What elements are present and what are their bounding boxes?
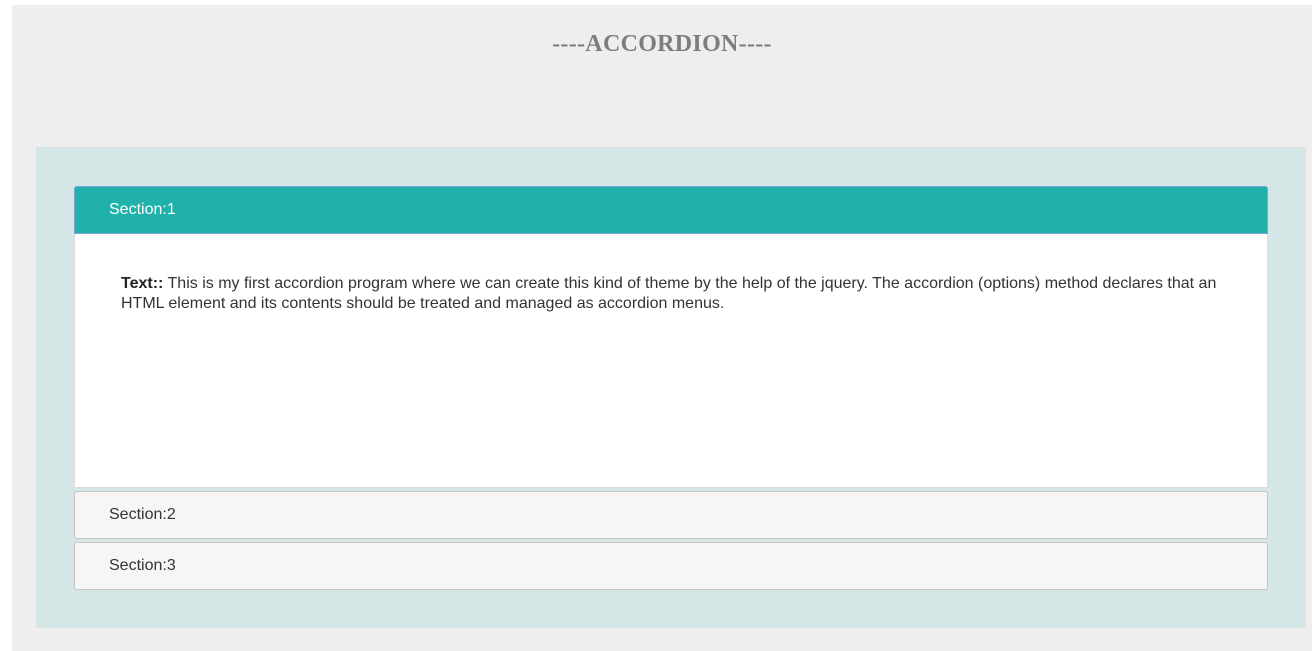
- page-background: ----ACCORDION---- Section:1 Text:: This …: [12, 5, 1312, 651]
- accordion-header-label: Section:3: [109, 557, 176, 574]
- accordion-panel: Section:1 Text:: This is my first accord…: [36, 147, 1306, 628]
- page-title: ----ACCORDION----: [552, 31, 772, 57]
- accordion-header-section-2[interactable]: Section:2: [74, 491, 1268, 539]
- accordion-header-label: Section:2: [109, 506, 176, 523]
- content-label: Text::: [121, 275, 164, 292]
- accordion: Section:1 Text:: This is my first accord…: [74, 186, 1268, 590]
- accordion-content-section-1: Text:: This is my first accordion progra…: [74, 234, 1268, 488]
- accordion-header-section-3[interactable]: Section:3: [74, 542, 1268, 590]
- accordion-header-label: Section:1: [109, 201, 176, 218]
- content-text: This is my first accordion program where…: [121, 275, 1217, 312]
- accordion-header-section-1[interactable]: Section:1: [74, 186, 1268, 234]
